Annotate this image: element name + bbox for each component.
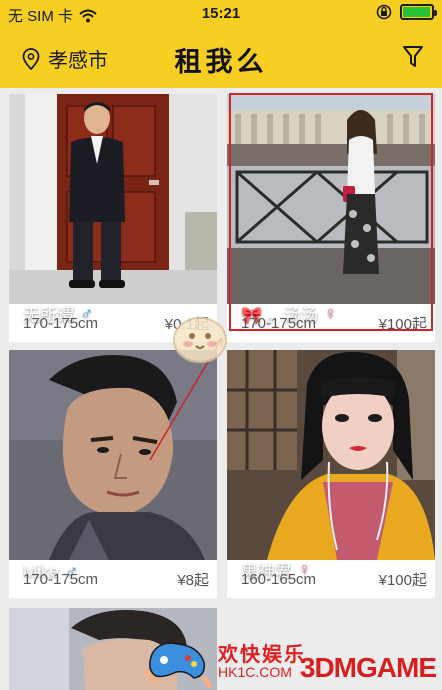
battery-fill (403, 7, 430, 17)
status-bar: 无 SIM 卡 15:21 (0, 0, 442, 30)
profile-photo (227, 350, 435, 560)
profile-price: ¥100起 (378, 571, 427, 589)
profile-card[interactable]: Mike ♂ 170-175cm ¥8起 (9, 350, 217, 598)
nav-bar: 孝感市 租我么 (0, 30, 442, 88)
profile-card[interactable]: 鬼神君 ♀ 160-165cm ¥100起 (227, 350, 435, 598)
mascot-icon (173, 317, 227, 363)
app-title: 租我么 (174, 47, 268, 77)
watermark-url: HK1C.COM (218, 664, 292, 680)
profile-height: 170-175cm (23, 314, 99, 332)
watermark: 欢快娱乐 HK1C.COM 3DMGAME (140, 632, 442, 690)
profile-price: ¥8起 (177, 571, 209, 589)
profile-footer: 170-175cm ¥8起 (9, 560, 217, 598)
watermark-brand: 3DMGAME (299, 652, 437, 683)
annotation-highlight-box (229, 93, 433, 331)
profile-footer: 160-165cm ¥100起 (227, 560, 435, 598)
profile-height: 170-175cm (23, 570, 99, 588)
profile-photo (9, 350, 217, 560)
filter-icon[interactable] (402, 45, 424, 69)
profile-photo (9, 94, 217, 304)
watermark-cn: 欢快娱乐 (218, 644, 306, 666)
profile-height: 160-165cm (241, 570, 317, 588)
rotation-lock-icon (376, 4, 392, 20)
battery-indicator (400, 4, 437, 20)
game-controller-icon (143, 642, 212, 688)
